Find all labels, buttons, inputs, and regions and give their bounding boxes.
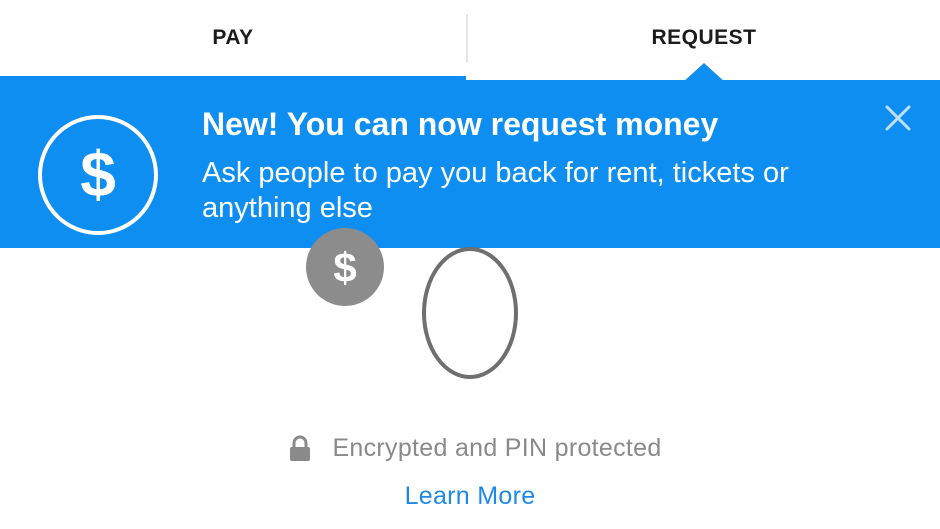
currency-badge: $ (306, 228, 384, 306)
tab-pay-label: PAY (212, 26, 254, 49)
svg-text:$: $ (80, 138, 116, 210)
tab-request-label: REQUEST (651, 26, 757, 49)
close-icon[interactable] (880, 100, 916, 136)
svg-text:$: $ (333, 244, 356, 291)
tab-bar: PAY REQUEST (0, 0, 940, 80)
banner-title: New! You can now request money (202, 106, 719, 142)
secure-notice: Encrypted and PIN protected (0, 434, 940, 463)
tab-pay[interactable]: PAY (0, 0, 466, 78)
lock-icon (290, 435, 311, 461)
announcement-banner[interactable]: $ New! You can now request money Ask peo… (0, 80, 940, 248)
banner-body: Ask people to pay you back for rent, tic… (202, 157, 789, 224)
learn-more-link[interactable]: Learn More (0, 482, 940, 511)
secure-text: Encrypted and PIN protected (332, 434, 662, 462)
dollar-circle-icon: $ (38, 115, 158, 235)
request-money-screen: PAY REQUEST $ New! You can now request m… (0, 0, 940, 529)
amount-value[interactable] (418, 243, 522, 383)
